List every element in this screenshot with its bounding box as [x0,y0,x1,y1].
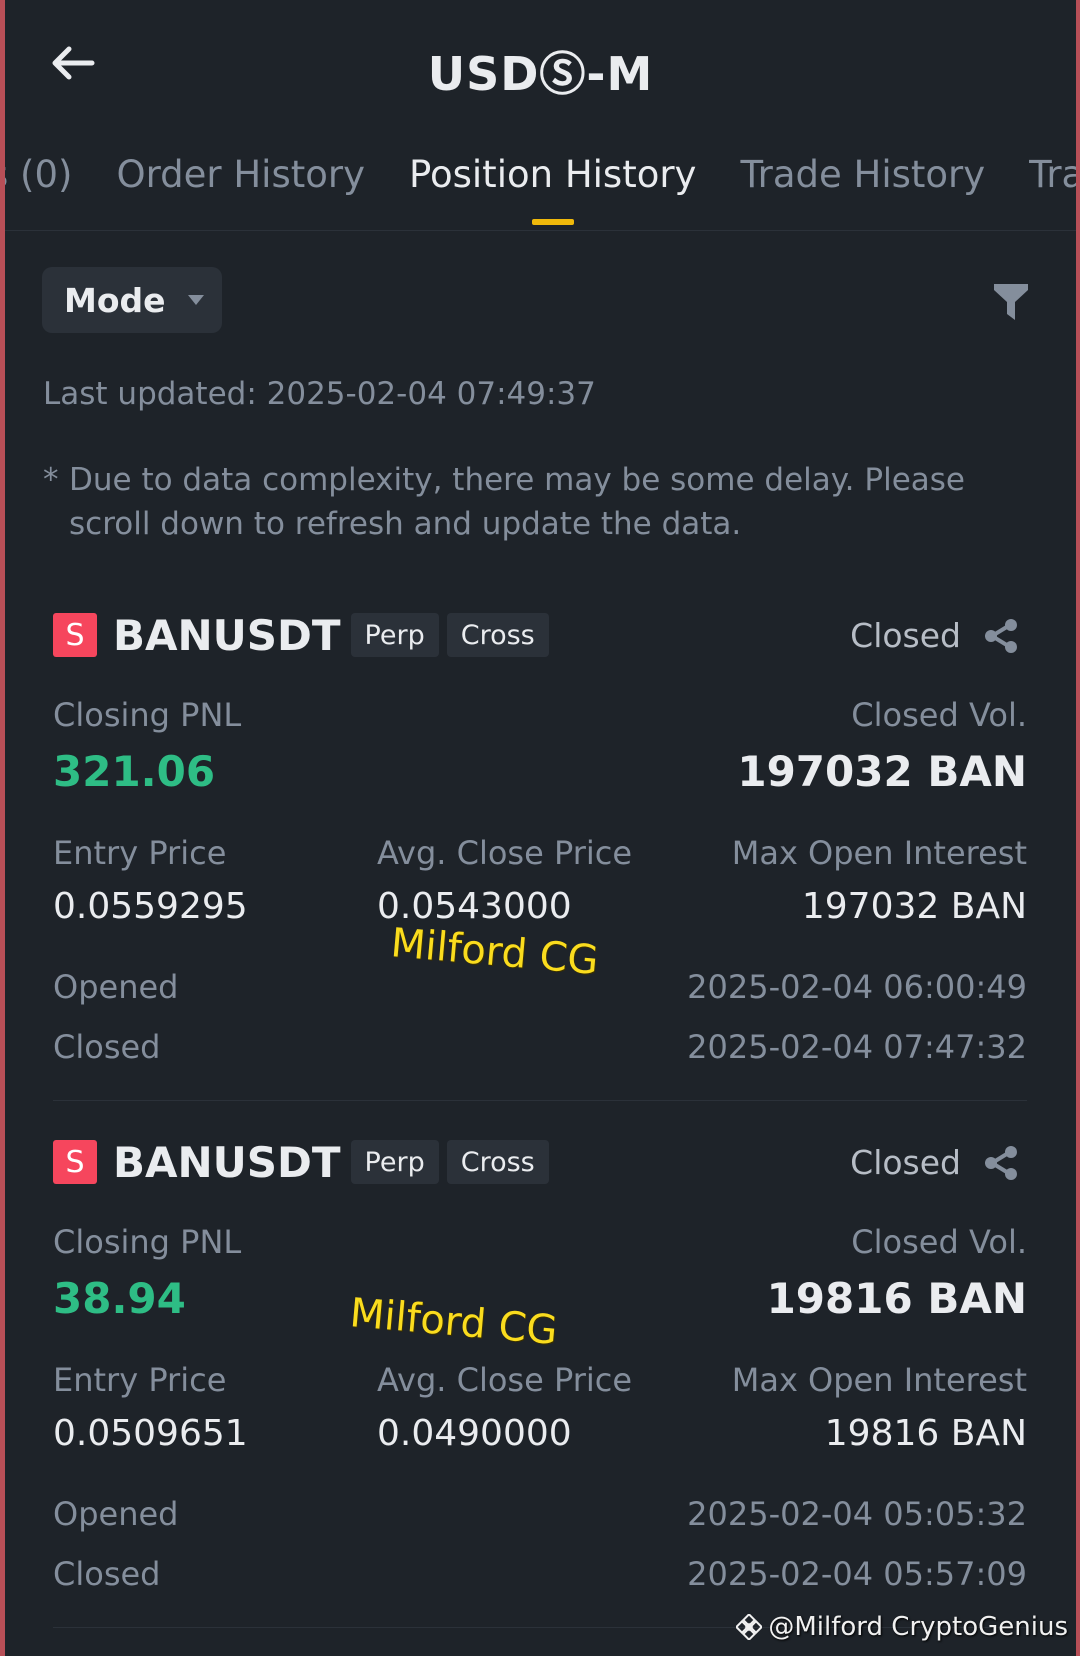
filter-icon [994,284,1028,320]
closed-label: Closed [53,1555,161,1593]
mode-label: Mode [64,280,166,320]
side-badge: S [53,1140,97,1184]
footer-watermark-text: @Milford CryptoGenius [768,1612,1068,1642]
position-symbol: BANUSDT [113,610,341,660]
position-card[interactable]: S BANUSDT Perp Cross Closed Closing PNL … [53,1137,1027,1599]
avg-close-price-label: Avg. Close Price [377,1361,633,1399]
data-delay-notice: * Due to data complexity, there may be so… [43,458,1043,546]
notice-text: Due to data complexity, there may be som… [69,462,965,542]
app-screen: USDⓈ-M s (0) Order History Position Hist… [5,0,1076,1656]
share-icon [985,619,1017,653]
entry-price-value: 0.0559295 [53,886,248,927]
position-card[interactable]: S BANUSDT Perp Cross Closed Closing PNL … [53,610,1027,1072]
filter-button[interactable] [992,282,1032,322]
closed-label: Closed [53,1028,161,1066]
tab-trade-history[interactable]: Trade History [740,150,985,200]
footer-watermark: @Milford CryptoGenius [736,1612,1068,1642]
page-title: USDⓈ-M [427,47,654,101]
card-divider [53,1100,1027,1101]
opened-label: Opened [53,968,179,1006]
closing-pnl-label: Closing PNL [53,1223,242,1261]
closed-vol-value: 19816 BAN [766,1274,1027,1323]
position-header: S BANUSDT Perp Cross [53,1137,549,1187]
share-button[interactable] [983,618,1019,654]
opened-time: 2025-02-04 06:00:49 [687,968,1027,1006]
share-button[interactable] [983,1145,1019,1181]
position-symbol: BANUSDT [113,1137,341,1187]
entry-price-label: Entry Price [53,834,227,872]
binance-logo-icon [736,1614,763,1640]
side-badge: S [53,613,97,657]
max-open-interest-label: Max Open Interest [731,1361,1027,1399]
closed-vol-value: 197032 BAN [737,747,1027,796]
closed-vol-label: Closed Vol. [851,696,1027,734]
position-status: Closed [850,1143,961,1182]
mode-dropdown[interactable]: Mode [42,267,222,333]
tab-order-history[interactable]: Order History [116,150,365,200]
max-open-interest-label: Max Open Interest [731,834,1027,872]
entry-price-label: Entry Price [53,1361,227,1399]
position-header: S BANUSDT Perp Cross [53,610,549,660]
share-icon [985,1146,1017,1180]
history-tabs: s (0) Order History Position History Tra… [5,150,1076,200]
closing-pnl-value: 321.06 [53,747,216,796]
tab-position-history[interactable]: Position History [409,150,696,200]
closed-time: 2025-02-04 07:47:32 [687,1028,1027,1066]
tab-transaction-history[interactable]: Tran [1029,150,1076,200]
position-status: Closed [850,616,961,655]
opened-time: 2025-02-04 05:05:32 [687,1495,1027,1533]
closing-pnl-value: 38.94 [53,1274,186,1323]
last-updated-text: Last updated: 2025-02-04 07:49:37 [43,376,596,412]
avg-close-price-label: Avg. Close Price [377,834,633,872]
tag-perp: Perp [350,613,439,657]
max-open-interest-value: 19816 BAN [824,1413,1027,1454]
tag-cross: Cross [446,613,549,657]
max-open-interest-value: 197032 BAN [801,886,1027,927]
tab-open-orders[interactable]: s (0) [5,150,72,200]
closing-pnl-label: Closing PNL [53,696,242,734]
tag-cross: Cross [446,1140,549,1184]
closed-vol-label: Closed Vol. [851,1223,1027,1261]
closed-time: 2025-02-04 05:57:09 [687,1555,1027,1593]
notice-asterisk: * [43,462,59,498]
opened-label: Opened [53,1495,179,1533]
entry-price-value: 0.0509651 [53,1413,248,1454]
caret-down-icon [186,293,206,307]
avg-close-price-value: 0.0490000 [377,1413,572,1454]
tag-perp: Perp [350,1140,439,1184]
tabs-divider [5,230,1076,231]
